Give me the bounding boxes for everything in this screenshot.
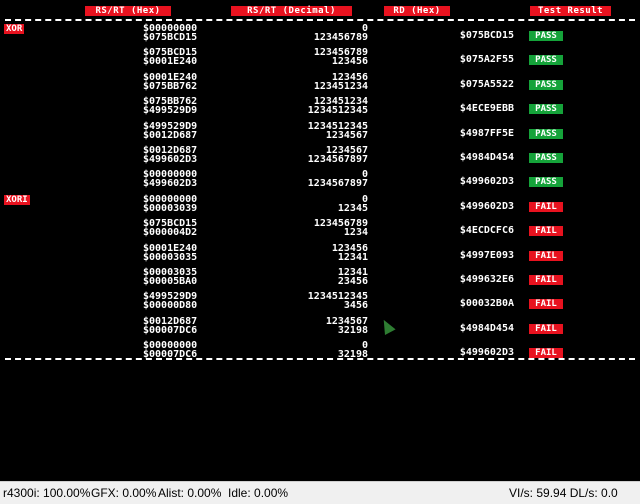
test-result-badge: FAIL	[529, 348, 563, 358]
rt-hex-value: $00003035	[143, 252, 198, 263]
section-label-xor: XOR	[4, 24, 25, 34]
rd-hex-value: $075BCD15	[459, 30, 514, 41]
rt-hex-value: $000004D2	[143, 227, 198, 238]
rt-decimal-value: 123451234	[313, 81, 368, 92]
test-result-badge: FAIL	[529, 324, 563, 334]
test-result-badge: PASS	[529, 129, 563, 139]
rt-hex-value: $499602D3	[143, 154, 198, 165]
test-result-badge: PASS	[529, 55, 563, 65]
header-rs-rt-decimal: RS/RT (Decimal)	[231, 6, 352, 16]
rd-hex-value: $499602D3	[459, 347, 514, 358]
rt-hex-value: $0001E240	[143, 56, 198, 67]
rt-hex-value: $075BCD15	[143, 32, 198, 43]
rd-hex-value: $4987FF5E	[459, 128, 514, 139]
test-result-badge: FAIL	[529, 275, 563, 285]
emulator-screen: RS/RT (Hex) RS/RT (Decimal) RD (Hex) Tes…	[0, 0, 640, 481]
status-rates: VI/s: 59.94 DL/s: 0.0	[509, 486, 618, 500]
rt-hex-value: $499529D9	[143, 105, 198, 116]
section-label-xori: XORI	[4, 195, 30, 205]
status-r4300i: r4300i: 100.00%	[3, 486, 91, 500]
rd-hex-value: $499602D3	[459, 201, 514, 212]
test-result-badge: PASS	[529, 31, 563, 41]
rt-decimal-value: 123456	[331, 56, 368, 67]
rt-decimal-value: 12345	[337, 203, 368, 214]
rt-decimal-value: 12341	[337, 252, 368, 263]
rt-decimal-value: 1234567897	[307, 178, 368, 189]
rt-decimal-value: 1234512345	[307, 105, 368, 116]
rd-hex-value: $00032B0A	[459, 298, 514, 309]
rd-hex-value: $4984D454	[459, 323, 514, 334]
header-rs-rt-hex: RS/RT (Hex)	[85, 6, 171, 16]
rt-decimal-value: 3456	[343, 300, 368, 311]
test-result-badge: PASS	[529, 104, 563, 114]
rd-hex-value: $4ECDCFC6	[459, 225, 514, 236]
header-rd-hex: RD (Hex)	[384, 6, 450, 16]
rd-hex-value: $4984D454	[459, 152, 514, 163]
rt-hex-value: $075BB762	[143, 81, 198, 92]
test-result-badge: PASS	[529, 153, 563, 163]
status-idle: Idle: 0.00%	[228, 486, 289, 500]
header-test-result: Test Result	[530, 6, 611, 16]
test-result-badge: FAIL	[529, 226, 563, 236]
rt-hex-value: $00000D80	[143, 300, 198, 311]
rt-hex-value: $00003039	[143, 203, 198, 214]
test-result-badge: FAIL	[529, 299, 563, 309]
rt-decimal-value: 1234	[343, 227, 368, 238]
rd-hex-value: $499632E6	[459, 274, 514, 285]
rd-hex-value: $075A5522	[459, 79, 514, 90]
rt-decimal-value: 1234567	[325, 130, 368, 141]
mouse-cursor-icon	[378, 317, 396, 335]
status-bar: r4300i: 100.00% GFX: 0.00% Alist: 0.00% …	[0, 481, 640, 504]
rt-hex-value: $00007DC6	[143, 325, 198, 336]
rd-hex-value: $4ECE9EBB	[459, 103, 514, 114]
rt-hex-value: $00005BA0	[143, 276, 198, 287]
rd-hex-value: $075A2F55	[459, 54, 514, 65]
top-divider	[5, 19, 635, 21]
test-result-badge: PASS	[529, 177, 563, 187]
bottom-divider	[5, 358, 635, 360]
status-alist: Alist: 0.00%	[158, 486, 222, 500]
rt-decimal-value: 23456	[337, 276, 368, 287]
rt-hex-value: $499602D3	[143, 178, 198, 189]
rt-decimal-value: 1234567897	[307, 154, 368, 165]
rt-decimal-value: 123456789	[313, 32, 368, 43]
rd-hex-value: $4997E093	[459, 250, 514, 261]
test-result-badge: PASS	[529, 80, 563, 90]
rd-hex-value: $499602D3	[459, 176, 514, 187]
rt-decimal-value: 32198	[337, 325, 368, 336]
test-result-badge: FAIL	[529, 251, 563, 261]
status-gfx: GFX: 0.00%	[91, 486, 157, 500]
rt-hex-value: $0012D687	[143, 130, 198, 141]
test-result-badge: FAIL	[529, 202, 563, 212]
